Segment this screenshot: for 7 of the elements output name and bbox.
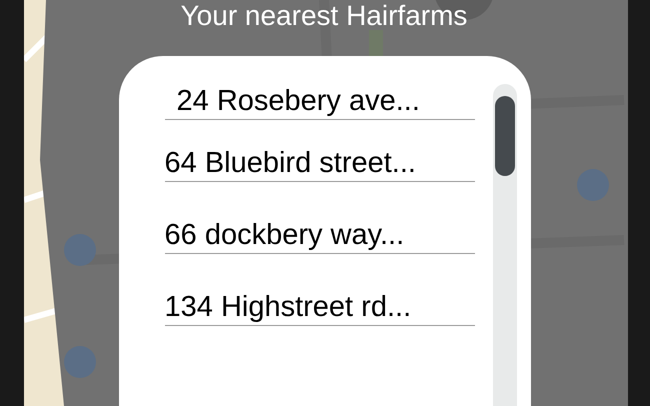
location-item[interactable]: 134 Highstreet rd... <box>164 290 474 326</box>
scrollbar-track[interactable] <box>492 84 516 406</box>
location-item[interactable]: 64 Bluebird street... <box>164 146 474 182</box>
location-item[interactable]: 66 dockbery way... <box>164 218 474 254</box>
scrollbar-thumb[interactable] <box>494 96 514 176</box>
screen-title: Your nearest Hairfarms <box>180 0 468 33</box>
location-item[interactable]: 24 Rosebery ave... <box>164 84 474 120</box>
